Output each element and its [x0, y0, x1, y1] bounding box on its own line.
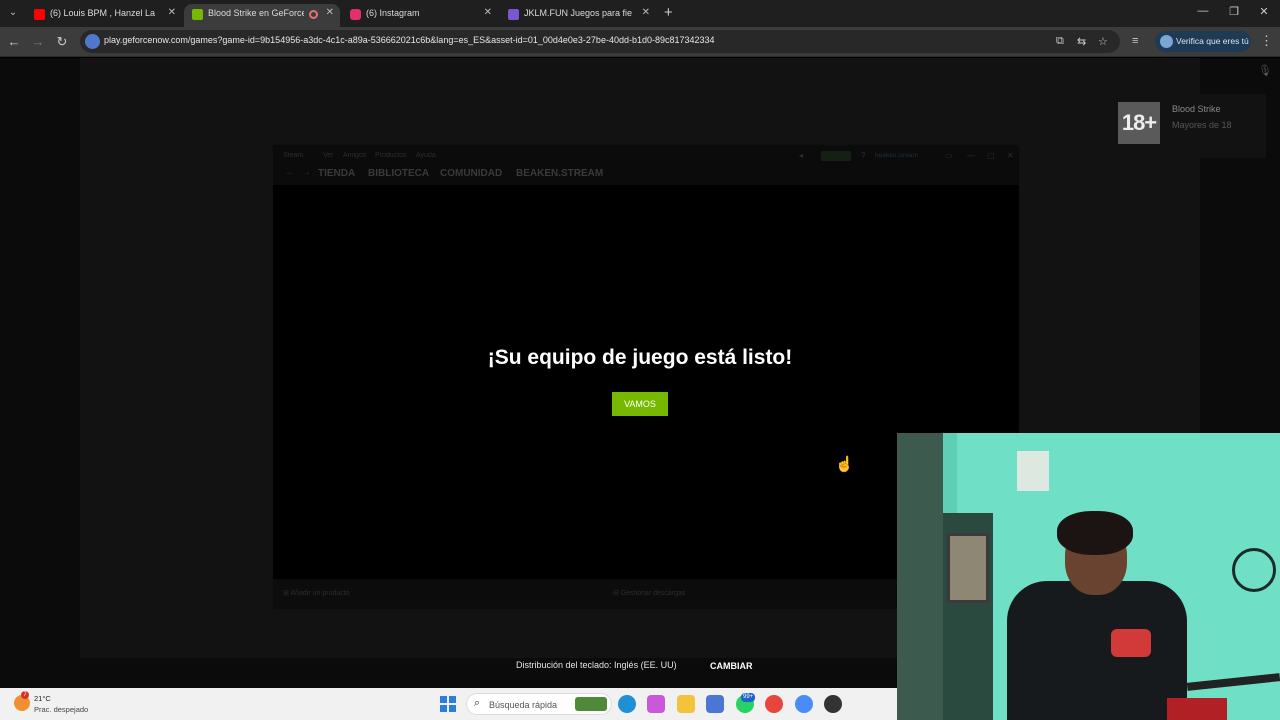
- steam-menu-item: Amigos: [343, 152, 367, 159]
- forward-arrow-icon: →: [301, 167, 311, 178]
- more-menu-icon[interactable]: ⋮: [1260, 33, 1273, 49]
- steam-header: Steam Ver Amigos Productos Ayuda ← → TIE…: [273, 145, 1019, 185]
- instagram-icon: [350, 9, 361, 20]
- tab-bar: ⌄ (6) Louis BPM , Hanzel La H, Ju ✕ Bloo…: [0, 0, 1280, 27]
- tab-jklm[interactable]: JKLM.FUN Juegos para fiestas c ✕: [500, 4, 656, 27]
- avatar: [1160, 35, 1173, 48]
- webcam-person-hair: [1057, 511, 1133, 555]
- taskbar-search[interactable]: ⌕ Búsqueda rápida: [466, 693, 612, 715]
- change-keyboard-button[interactable]: CAMBIAR: [710, 661, 753, 671]
- weather-condition[interactable]: Prac. despejado: [34, 705, 88, 714]
- steam-username: beaken.stream: [875, 152, 918, 159]
- webcam-fan: [1232, 548, 1276, 592]
- age-rating-text: Mayores de 18: [1172, 120, 1232, 130]
- bookmark-star-icon[interactable]: ☆: [1098, 35, 1108, 48]
- tab-title: Blood Strike en GeForce NO: [208, 8, 304, 18]
- steam-nav-tienda: TIENDA: [318, 168, 356, 179]
- game-name: Blood Strike: [1172, 104, 1221, 114]
- steam-menu-item: Productos: [375, 152, 407, 159]
- webcam-corkboard: [947, 533, 989, 603]
- whatsapp-badge: 99+: [741, 693, 756, 702]
- copilot-icon[interactable]: [647, 695, 665, 713]
- minimize-icon: —: [967, 151, 975, 160]
- close-icon[interactable]: ✕: [642, 7, 650, 18]
- webcam-person-body: [1007, 581, 1187, 720]
- restore-icon[interactable]: ❐: [1224, 5, 1244, 18]
- help-icon: ?: [861, 151, 866, 160]
- close-icon[interactable]: ✕: [326, 7, 334, 18]
- address-bar[interactable]: play.geforcenow.com/games?game-id=9b1549…: [80, 30, 1120, 53]
- weather-badge: 7: [21, 691, 29, 699]
- tab-title: JKLM.FUN Juegos para fiestas c: [524, 8, 632, 18]
- minimize-icon[interactable]: —: [1193, 5, 1213, 17]
- youtube-icon: [34, 9, 45, 20]
- profile-chip-label: Verifica que eres tú: [1176, 36, 1249, 46]
- plus-icon[interactable]: +: [664, 4, 673, 21]
- ready-title: ¡Su equipo de juego está listo!: [487, 346, 793, 369]
- notification-button: [821, 151, 851, 161]
- tab-search-icon[interactable]: ≡: [1132, 35, 1138, 47]
- webcam-overlay: [897, 433, 1280, 720]
- store-icon[interactable]: [706, 695, 724, 713]
- nvidia-icon: [192, 9, 203, 20]
- webcam-shelf: [897, 433, 943, 720]
- steam-menu-item: Ayuda: [416, 152, 436, 159]
- reload-icon[interactable]: ↻: [54, 34, 70, 49]
- forward-arrow-icon[interactable]: →: [30, 34, 46, 49]
- obs-icon[interactable]: [824, 695, 842, 713]
- tab-youtube[interactable]: (6) Louis BPM , Hanzel La H, Ju ✕: [26, 4, 182, 27]
- tab-instagram[interactable]: (6) Instagram ✕: [342, 4, 498, 27]
- add-product-link: ⊞ Añadir un producto: [283, 590, 350, 597]
- close-icon[interactable]: ✕: [484, 7, 492, 18]
- temperature[interactable]: 21°C: [34, 694, 51, 703]
- restore-icon: ▢: [987, 151, 995, 160]
- webcam-chair: [1167, 698, 1227, 720]
- edge-icon[interactable]: [618, 695, 636, 713]
- age-rating-card: 18+ Blood Strike Mayores de 18: [1106, 94, 1266, 158]
- tab-title: (6) Instagram: [366, 8, 420, 18]
- steam-nav-comunidad: COMUNIDAD: [440, 168, 503, 179]
- steam-menu-item: Steam: [283, 152, 304, 159]
- windows-start-icon[interactable]: [440, 696, 456, 712]
- tab-geforce-now[interactable]: Blood Strike en GeForce NO ✕: [184, 4, 340, 27]
- steam-menu-item: Ver: [323, 152, 334, 159]
- hand-cursor-icon: ☝: [835, 456, 854, 473]
- browser-toolbar: ← → ↻ play.geforcenow.com/games?game-id=…: [0, 27, 1280, 57]
- url-text[interactable]: play.geforcenow.com/games?game-id=9b1549…: [104, 35, 715, 45]
- chrome-profile-icon[interactable]: [795, 695, 813, 713]
- search-placeholder: Búsqueda rápida: [489, 700, 558, 710]
- close-icon[interactable]: ✕: [168, 7, 176, 18]
- tab-title: (6) Louis BPM , Hanzel La H, Ju: [50, 8, 158, 18]
- webcam-poster: [1017, 451, 1049, 491]
- manage-downloads-label: Gestionar descargas: [620, 590, 686, 597]
- close-window-icon[interactable]: ✕: [1254, 5, 1274, 18]
- translate-icon[interactable]: ⇆: [1077, 35, 1086, 48]
- recording-icon: [309, 10, 318, 19]
- add-product-label: Añadir un producto: [290, 590, 350, 597]
- jklm-icon: [508, 9, 519, 20]
- search-highlight-image: [575, 697, 607, 711]
- install-app-icon[interactable]: ⧉: [1056, 35, 1064, 48]
- profile-chip[interactable]: Verifica que eres tú: [1155, 31, 1251, 52]
- steam-nav-user: BEAKEN.STREAM: [516, 168, 604, 179]
- vamos-button[interactable]: VAMOS: [612, 392, 668, 416]
- close-icon: ✕: [1007, 151, 1014, 160]
- back-arrow-icon: ←: [285, 167, 295, 178]
- chevron-down-icon[interactable]: ⌄: [6, 6, 20, 20]
- microphone-icon[interactable]: 🎙: [1258, 64, 1272, 77]
- file-explorer-icon[interactable]: [677, 695, 695, 713]
- site-info-icon[interactable]: [85, 34, 100, 49]
- manage-downloads-link: ⊟ Gestionar descargas: [613, 590, 686, 597]
- keyboard-layout-label: Distribución del teclado: Inglés (EE. UU…: [516, 660, 677, 670]
- back-arrow-icon[interactable]: ←: [6, 34, 22, 49]
- megaphone-icon: ◂: [799, 151, 804, 160]
- age-rating-badge: 18+: [1118, 102, 1160, 144]
- steam-nav-biblioteca: BIBLIOTECA: [368, 168, 430, 179]
- chrome-icon[interactable]: [765, 695, 783, 713]
- big-picture-icon: ▭: [945, 151, 953, 160]
- webcam-microphone: [1111, 629, 1151, 657]
- search-icon: ⌕: [474, 697, 481, 709]
